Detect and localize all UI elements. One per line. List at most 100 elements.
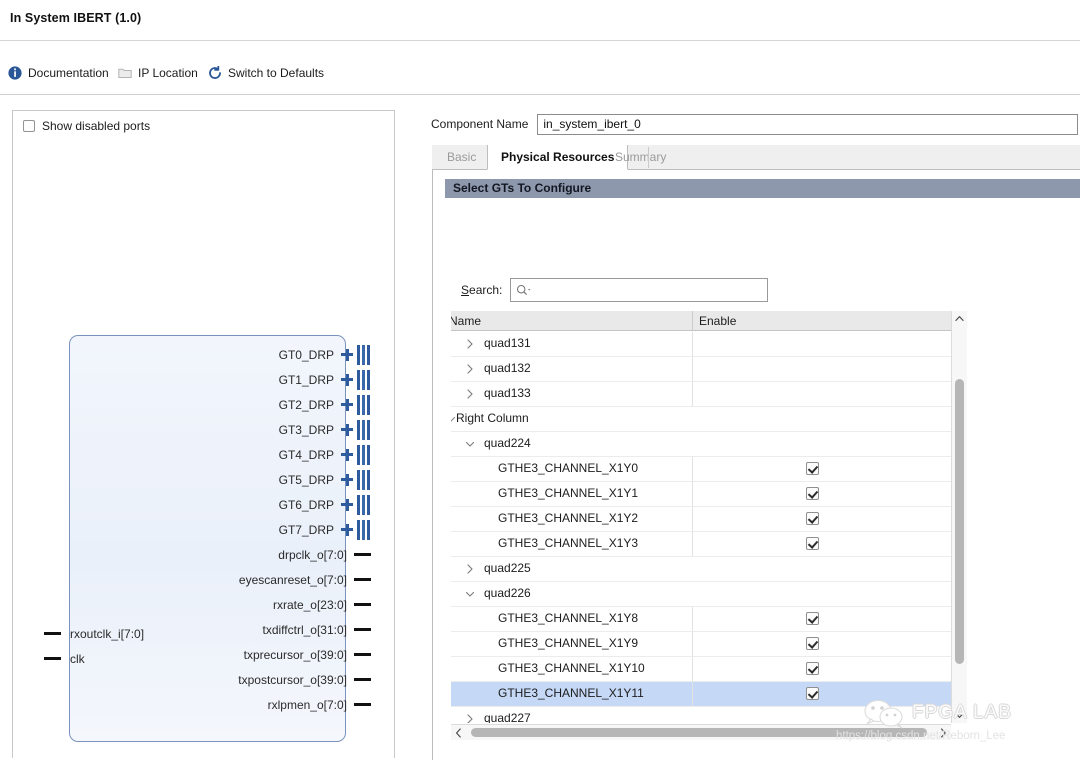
enable-checkbox[interactable] — [806, 512, 819, 525]
checkbox-checked-icon[interactable] — [806, 487, 819, 500]
checkbox-checked-icon[interactable] — [806, 687, 819, 700]
row-name: GTHE3_CHANNEL_X1Y9 — [498, 636, 639, 650]
bus-port-row[interactable]: GT7_DRP — [279, 517, 371, 542]
scroll-left-icon[interactable] — [451, 725, 466, 740]
ip-location-button[interactable]: IP Location — [118, 64, 198, 82]
ip-location-label: IP Location — [138, 66, 198, 80]
expand-plus-icon[interactable] — [341, 498, 353, 511]
port-label: txprecursor_o[39:0] — [243, 647, 347, 662]
row-name: quad131 — [484, 336, 531, 350]
chevron-right-icon[interactable] — [464, 338, 476, 350]
table-row[interactable]: quad132 — [451, 357, 951, 382]
row-name: GTHE3_CHANNEL_X1Y0 — [498, 461, 639, 475]
pin-icon — [354, 603, 371, 606]
tab-basic[interactable]: Basic — [434, 145, 489, 170]
table-row[interactable]: GTHE3_CHANNEL_X1Y3 — [451, 532, 951, 557]
table-row[interactable]: GTHE3_CHANNEL_X1Y9 — [451, 632, 951, 657]
enable-checkbox[interactable] — [806, 537, 819, 550]
checkbox-checked-icon[interactable] — [806, 637, 819, 650]
table-row[interactable]: quad131 — [451, 332, 951, 357]
expand-plus-icon[interactable] — [341, 448, 353, 461]
column-header-enable[interactable]: Enable — [699, 314, 736, 328]
row-column-divider — [692, 457, 693, 481]
checkbox-checked-icon[interactable] — [806, 537, 819, 550]
output-port-row: eyescanreset_o[7:0] — [239, 567, 371, 592]
checkbox-checked-icon[interactable] — [806, 662, 819, 675]
table-row[interactable]: GTHE3_CHANNEL_X1Y10 — [451, 657, 951, 682]
table-row[interactable]: GTHE3_CHANNEL_X1Y1 — [451, 482, 951, 507]
row-column-divider — [692, 607, 693, 631]
enable-checkbox[interactable] — [806, 462, 819, 475]
bus-pin-icon — [357, 519, 371, 540]
table-row[interactable]: GTHE3_CHANNEL_X1Y0 — [451, 457, 951, 482]
row-name: quad227 — [484, 711, 531, 723]
expand-plus-icon[interactable] — [341, 523, 353, 536]
enable-checkbox[interactable] — [806, 687, 819, 700]
expand-plus-icon[interactable] — [341, 348, 353, 361]
component-name-input[interactable] — [537, 113, 1079, 135]
table-row[interactable]: quad227 — [451, 707, 951, 723]
pin-icon — [354, 553, 371, 556]
table-horizontal-scrollbar[interactable] — [451, 724, 951, 740]
row-name: quad133 — [484, 386, 531, 400]
row-name: GTHE3_CHANNEL_X1Y10 — [498, 661, 645, 675]
row-name: quad132 — [484, 361, 531, 375]
table-row[interactable]: Right Column — [451, 407, 951, 432]
table-header-row: Name Enable — [451, 311, 951, 331]
switch-to-defaults-button[interactable]: Switch to Defaults — [208, 64, 324, 82]
chevron-right-icon[interactable] — [464, 563, 476, 575]
search-box[interactable] — [510, 278, 769, 302]
table-row[interactable]: GTHE3_CHANNEL_X1Y8 — [451, 607, 951, 632]
show-disabled-ports-checkbox[interactable]: Show disabled ports — [23, 119, 150, 133]
enable-checkbox[interactable] — [806, 612, 819, 625]
chevron-right-icon[interactable] — [464, 363, 476, 375]
column-header-name[interactable]: Name — [451, 314, 481, 328]
table-row[interactable]: quad226 — [451, 582, 951, 607]
search-label: Search: — [461, 283, 502, 297]
bus-port-row[interactable]: GT3_DRP — [279, 417, 371, 442]
show-disabled-ports-label: Show disabled ports — [42, 119, 151, 133]
bus-port-row[interactable]: GT4_DRP — [279, 442, 371, 467]
scroll-right-icon[interactable] — [936, 725, 951, 740]
search-icon[interactable] — [516, 284, 531, 297]
bus-port-row[interactable]: GT2_DRP — [279, 392, 371, 417]
refresh-icon — [208, 65, 222, 80]
chevron-right-icon[interactable] — [464, 388, 476, 400]
tab-summary[interactable]: Summary — [602, 145, 679, 170]
chevron-down-icon[interactable] — [464, 588, 476, 600]
table-row[interactable]: quad225 — [451, 557, 951, 582]
bus-port-row[interactable]: GT6_DRP — [279, 492, 371, 517]
bus-port-row[interactable]: GT5_DRP — [279, 467, 371, 492]
bus-port-row[interactable]: GT0_DRP — [279, 342, 371, 367]
checkbox-box[interactable] — [23, 120, 35, 132]
expand-plus-icon[interactable] — [341, 423, 353, 436]
bus-port-row[interactable]: GT1_DRP — [279, 367, 371, 392]
checkbox-checked-icon[interactable] — [806, 462, 819, 475]
tab-strip-divider — [648, 147, 649, 168]
chevron-right-icon[interactable] — [464, 713, 476, 723]
checkbox-checked-icon[interactable] — [806, 512, 819, 525]
scroll-thumb-vertical[interactable] — [955, 379, 964, 664]
enable-checkbox[interactable] — [806, 487, 819, 500]
enable-checkbox[interactable] — [806, 637, 819, 650]
expand-plus-icon[interactable] — [341, 398, 353, 411]
chevron-down-icon[interactable] — [464, 438, 476, 450]
config-panel: Component Name Basic Physical Resources … — [431, 110, 1080, 760]
checkbox-checked-icon[interactable] — [806, 612, 819, 625]
scroll-thumb-horizontal[interactable] — [471, 728, 927, 737]
pin-icon — [44, 657, 61, 660]
expand-plus-icon[interactable] — [341, 473, 353, 486]
table-row[interactable]: quad224 — [451, 432, 951, 457]
table-row[interactable]: quad133 — [451, 382, 951, 407]
column-divider — [692, 311, 693, 330]
documentation-button[interactable]: Documentation — [8, 64, 109, 82]
table-vertical-scrollbar[interactable] — [951, 311, 967, 723]
search-input[interactable] — [534, 280, 760, 300]
enable-checkbox[interactable] — [806, 662, 819, 675]
scroll-down-icon[interactable] — [952, 708, 967, 723]
table-row[interactable]: GTHE3_CHANNEL_X1Y2 — [451, 507, 951, 532]
port-label: eyescanreset_o[7:0] — [238, 572, 347, 587]
scroll-up-icon[interactable] — [952, 311, 967, 326]
expand-plus-icon[interactable] — [341, 373, 353, 386]
table-row-selected[interactable]: GTHE3_CHANNEL_X1Y11 — [451, 682, 951, 707]
